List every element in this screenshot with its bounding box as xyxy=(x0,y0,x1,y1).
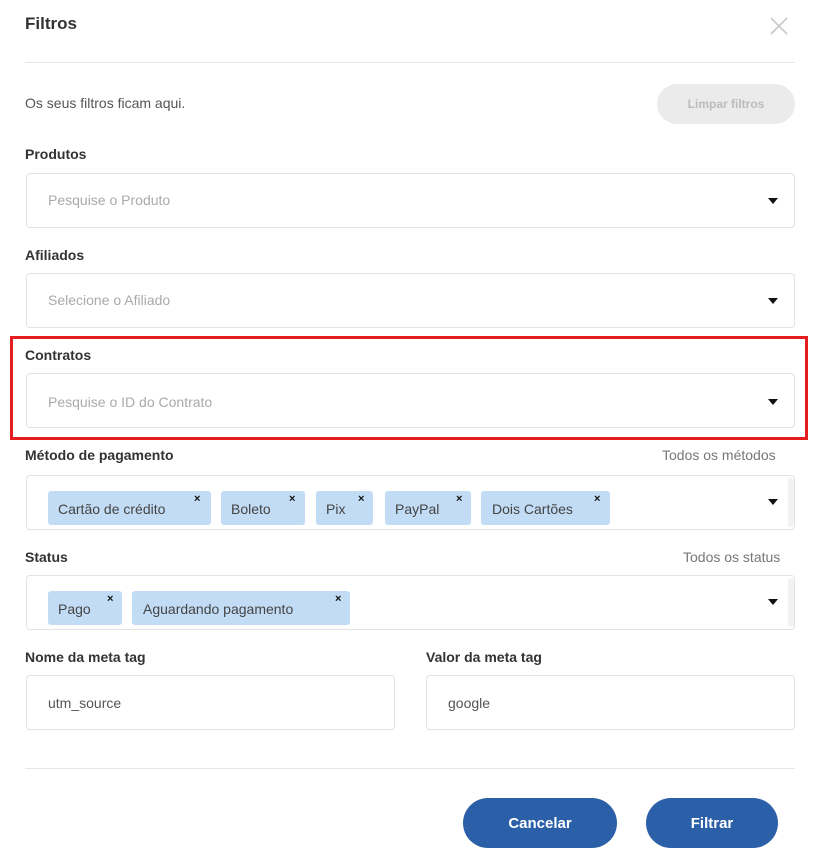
chip-remove-icon[interactable]: × xyxy=(335,593,341,605)
chip-payment-boleto: Boleto × xyxy=(221,491,305,525)
caret-down-icon xyxy=(768,198,778,204)
caret-down-icon xyxy=(768,298,778,304)
chip-remove-icon[interactable]: × xyxy=(194,493,200,505)
meta-name-label: Nome da meta tag xyxy=(25,649,146,665)
payment-method-select[interactable]: Cartão de crédito × Boleto × Pix × PayPa… xyxy=(26,475,795,530)
chip-payment-pix: Pix × xyxy=(316,491,373,525)
status-select-scrollbar[interactable] xyxy=(788,578,794,627)
status-select[interactable]: Pago × Aguardando pagamento × xyxy=(26,575,795,630)
modal-title: Filtros xyxy=(25,14,77,33)
contracts-placeholder: Pesquise o ID do Contrato xyxy=(48,394,213,410)
chip-remove-icon[interactable]: × xyxy=(358,493,364,505)
contracts-label: Contratos xyxy=(25,347,92,363)
products-select[interactable]: Pesquise o Produto xyxy=(26,173,795,228)
affiliates-placeholder: Selecione o Afiliado xyxy=(48,292,171,308)
payment-method-hint: Todos os métodos xyxy=(662,447,776,463)
close-icon[interactable] xyxy=(768,15,790,37)
affiliates-select[interactable]: Selecione o Afiliado xyxy=(26,273,795,328)
chip-remove-icon[interactable]: × xyxy=(456,493,462,505)
products-placeholder: Pesquise o Produto xyxy=(48,192,171,208)
chip-remove-icon[interactable]: × xyxy=(594,493,600,505)
payment-select-scrollbar[interactable] xyxy=(788,478,794,527)
clear-filters-button[interactable]: Limpar filtros xyxy=(657,84,795,124)
meta-name-input[interactable]: utm_source xyxy=(26,675,395,730)
status-label: Status xyxy=(25,549,68,565)
payment-method-label: Método de pagamento xyxy=(25,447,174,463)
modal-subtitle: Os seus filtros ficam aqui. xyxy=(25,95,186,111)
meta-name-value: utm_source xyxy=(48,695,122,711)
caret-down-icon xyxy=(768,599,778,605)
meta-value-value: google xyxy=(448,695,491,711)
filter-button[interactable]: Filtrar xyxy=(646,798,778,848)
chip-remove-icon[interactable]: × xyxy=(289,493,295,505)
caret-down-icon xyxy=(768,399,778,405)
caret-down-icon xyxy=(768,499,778,505)
chip-payment-paypal: PayPal × xyxy=(385,491,471,525)
header-divider xyxy=(25,62,795,63)
cancel-button[interactable]: Cancelar xyxy=(463,798,617,848)
status-hint: Todos os status xyxy=(683,549,781,565)
affiliates-label: Afiliados xyxy=(25,247,85,263)
products-label: Produtos xyxy=(25,146,87,162)
chip-payment-credit-card: Cartão de crédito × xyxy=(48,491,211,525)
chip-status-aguardando: Aguardando pagamento × xyxy=(132,591,350,625)
contracts-select[interactable]: Pesquise o ID do Contrato xyxy=(26,373,795,428)
chip-payment-dois-cartoes: Dois Cartões × xyxy=(481,491,610,525)
meta-value-input[interactable]: google xyxy=(426,675,795,730)
meta-value-label: Valor da meta tag xyxy=(426,649,542,665)
chip-remove-icon[interactable]: × xyxy=(107,593,113,605)
footer-divider xyxy=(25,768,795,769)
chip-status-pago: Pago × xyxy=(48,591,122,625)
